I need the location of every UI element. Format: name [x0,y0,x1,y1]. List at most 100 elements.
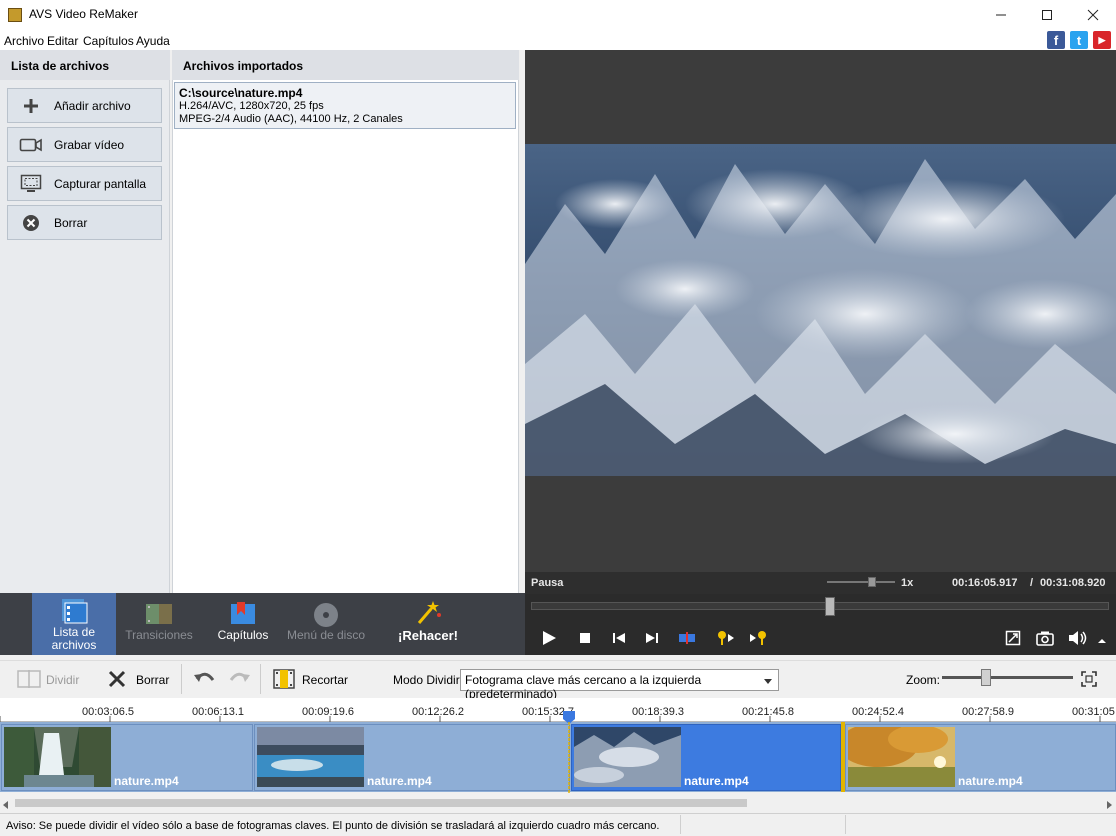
speed-slider-thumb[interactable] [868,577,876,587]
record-video-label: Grabar vídeo [54,137,125,152]
play-button[interactable] [541,630,557,649]
fit-icon [1081,671,1097,687]
tab-chapters-label: Capítulos [217,628,269,642]
volume-expand-button[interactable] [1097,634,1107,648]
play-icon [543,631,556,645]
tab-disc-menu[interactable]: Menú de disco [286,593,366,655]
maximize-button[interactable] [1024,0,1070,30]
zoom-fit-button[interactable] [1081,671,1097,690]
tab-remake[interactable]: ¡Rehacer! [388,593,468,655]
twitter-icon[interactable]: t [1070,31,1088,49]
clip-name: nature.mp4 [114,774,179,788]
scroll-left-button[interactable] [2,798,10,812]
status-divider [845,815,846,834]
marker-end-button[interactable] [748,630,768,649]
delete-file-button[interactable]: Borrar [7,205,162,240]
toolbar-divider [260,664,261,694]
player-status-strip [525,572,1116,594]
speed-slider[interactable] [827,581,895,583]
close-icon [108,670,126,688]
skip-back-icon [613,633,625,643]
camera-icon [1036,631,1054,646]
timeline-playhead[interactable] [562,710,576,794]
delete-clip-button[interactable]: Borrar [136,673,169,687]
clip-name: nature.mp4 [958,774,1023,788]
file-list-header: Lista de archivos [0,50,170,80]
timeline-clip[interactable]: nature.mp4 [254,724,570,791]
timeline-clip[interactable]: nature.mp4 [845,724,1116,791]
tab-file-list[interactable]: Lista de archivos [32,593,116,655]
undo-button[interactable] [193,670,217,691]
add-file-button[interactable]: Añadir archivo [7,88,162,123]
fullscreen-icon [1005,630,1021,646]
zoom-label: Zoom: [906,673,941,687]
imported-files-header: Archivos importados [172,50,519,80]
transitions-icon [146,604,172,624]
split-button[interactable]: Dividir [46,673,79,687]
fullscreen-button[interactable] [1005,630,1021,649]
minimize-button[interactable] [978,0,1024,30]
split-marker-button[interactable] [678,632,696,647]
zoom-slider[interactable] [942,676,1073,679]
snapshot-button[interactable] [1036,630,1054,649]
skip-forward-icon [646,633,658,643]
split-mode-label: Modo Dividir: [393,673,464,687]
clip-thumbnail-autumn-tree [848,727,955,787]
next-frame-button[interactable] [645,632,659,647]
split-marker-icon [679,632,695,644]
menu-editar[interactable]: Editar [47,34,78,48]
marker-start-button[interactable] [716,630,736,649]
speed-value: 1x [901,577,914,589]
arrow-right-icon [1107,801,1112,809]
zoom-slider-thumb[interactable] [981,669,991,686]
menu-archivo[interactable]: Archivo [4,34,44,48]
scroll-thumb[interactable] [15,799,747,807]
video-info: H.264/AVC, 1280x720, 25 fps [179,100,324,112]
delete-clip-icon-wrap[interactable] [108,670,126,691]
split-button-icon-wrap[interactable] [17,669,41,692]
trim-film-icon [273,669,295,689]
trim-button[interactable]: Recortar [302,673,348,687]
clip-thumbnail-mountains [574,727,681,787]
seek-bar[interactable] [531,602,1109,610]
tab-chapters[interactable]: Capítulos [204,593,282,655]
tab-disc-menu-label: Menú de disco [286,628,366,642]
split-mode-select[interactable]: Fotograma clave más cercano a la izquier… [460,669,779,701]
clip-name: nature.mp4 [367,774,432,788]
marker-end-icon [750,631,766,645]
imported-file-item[interactable]: C:\source\nature.mp4 H.264/AVC, 1280x720… [174,82,516,129]
redo-button[interactable] [227,670,251,691]
marker-start-icon [718,631,734,645]
tab-transitions[interactable]: Transiciones [120,593,198,655]
facebook-icon[interactable]: f [1047,31,1065,49]
app-window: AVS Video ReMaker – Archivo Editar Capít… [0,0,1116,836]
scroll-right-button[interactable] [1105,798,1113,812]
title-bar [0,0,1116,30]
plus-icon [24,98,38,113]
trim-icon-wrap[interactable] [272,667,296,694]
player-state: Pausa [531,577,564,589]
close-button[interactable] [1070,0,1116,30]
current-time: 00:16:05.917 [952,577,1018,589]
volume-button[interactable] [1068,630,1088,649]
seek-thumb[interactable] [824,597,835,616]
time-separator: / [1030,577,1034,589]
playhead-marker-icon [562,711,575,794]
filmstrip-icon [62,599,88,624]
record-video-button[interactable]: Grabar vídeo [7,127,162,162]
delete-file-label: Borrar [54,215,88,230]
maximize-icon [1042,10,1052,20]
capture-screen-button[interactable]: Capturar pantalla [7,166,162,201]
menu-ayuda[interactable]: Ayuda [136,34,170,48]
video-frame [525,144,1116,476]
youtube-icon[interactable]: ▶ [1093,31,1111,49]
total-time: 00:31:08.920 [1040,577,1106,589]
toolbar-divider [181,664,182,694]
file-path: C:\source\nature.mp4 [179,86,303,100]
timeline-clip[interactable]: nature.mp4 [1,724,253,791]
menu-capitulos[interactable]: Capítulos [83,34,134,48]
arrow-left-icon [3,801,8,809]
prev-frame-button[interactable] [612,632,626,647]
stop-button[interactable] [579,632,591,647]
timeline-clip-selected[interactable]: nature.mp4 [571,724,841,791]
